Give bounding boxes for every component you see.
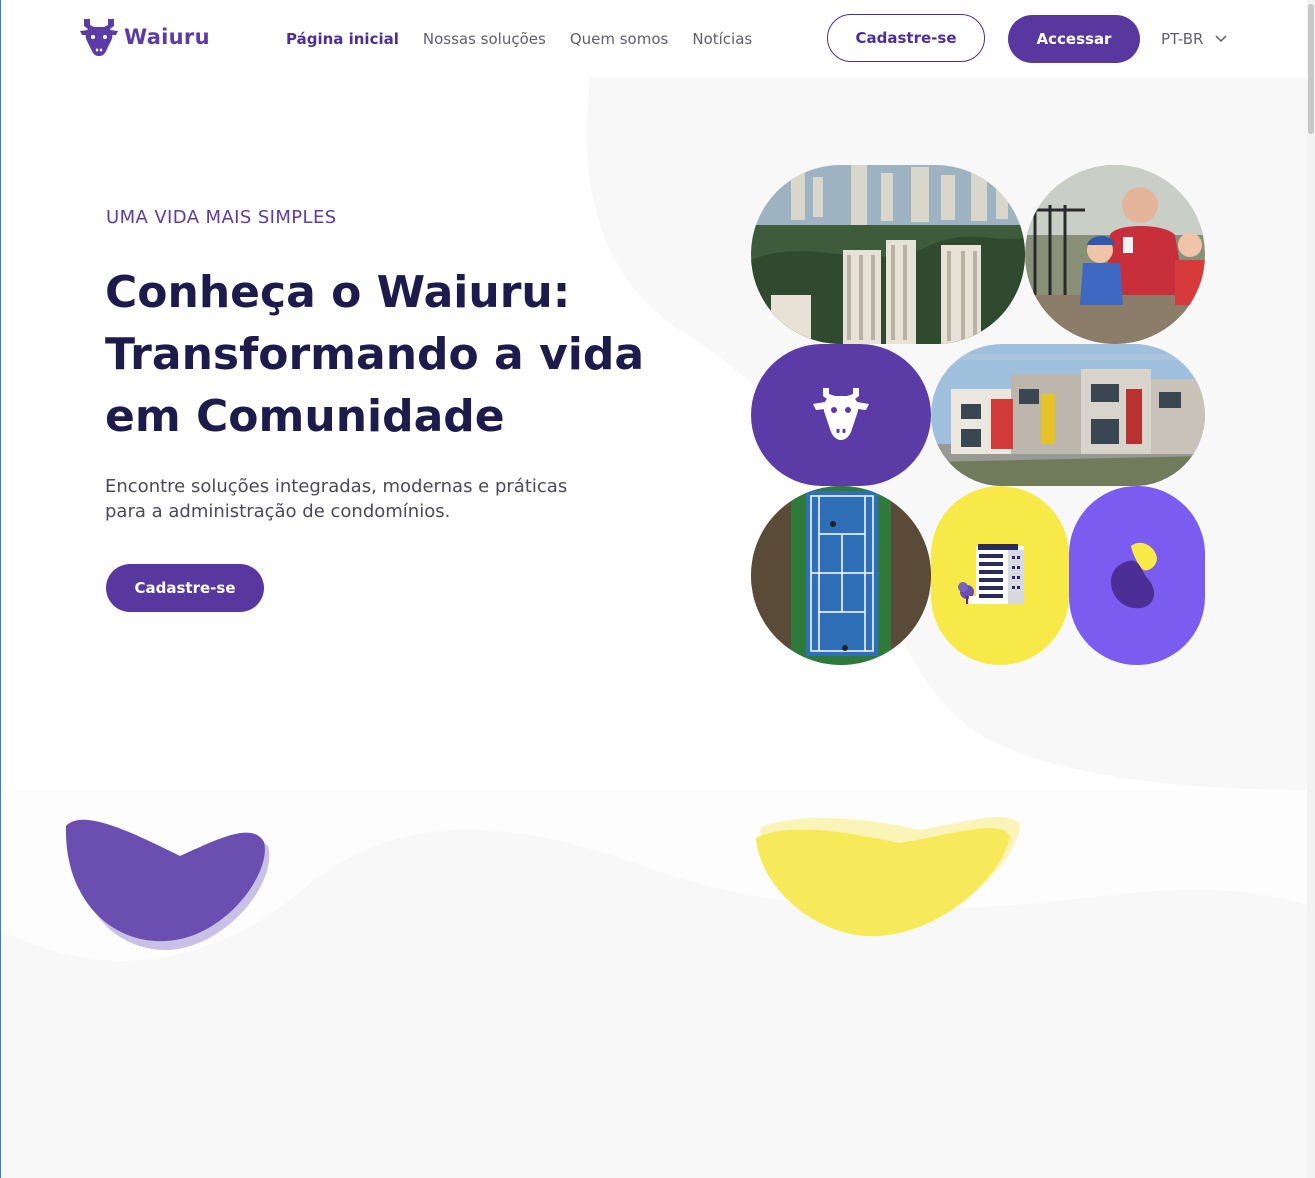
giraffe-brand-tile xyxy=(751,344,931,486)
logo-text: Waiuru xyxy=(124,25,210,49)
hero-title-line: Conheça o Waiuru: xyxy=(105,267,571,318)
hero-title-line: em Comunidade xyxy=(105,391,505,442)
building-illustration-tile xyxy=(931,486,1069,665)
giraffe-icon xyxy=(813,388,869,440)
login-button[interactable]: Accessar xyxy=(1008,15,1140,63)
site-header: Waiuru Página inicial Nossas soluções Qu… xyxy=(0,0,1307,78)
scrollbar[interactable] xyxy=(1307,0,1315,1178)
language-selector[interactable]: PT-BR xyxy=(1161,30,1227,48)
hero-subtitle: Encontre soluções integradas, modernas e… xyxy=(105,474,605,524)
language-label: PT-BR xyxy=(1161,30,1204,48)
chevron-down-icon xyxy=(1215,35,1227,43)
building-icon xyxy=(958,544,1024,604)
hero-signup-button[interactable]: Cadastre-se xyxy=(106,564,264,612)
townhouses-image xyxy=(931,344,1205,486)
signup-button[interactable]: Cadastre-se xyxy=(827,14,985,62)
main-nav: Página inicial Nossas soluções Quem somo… xyxy=(286,30,752,48)
page-edge xyxy=(0,0,1,1178)
nav-item-news[interactable]: Notícias xyxy=(692,30,752,48)
hero-title-line: Transformando a vida xyxy=(105,329,645,380)
city-skyline-image xyxy=(751,165,1025,344)
hero-subtitle-line: Encontre soluções integradas, modernas e… xyxy=(105,476,568,497)
nav-item-about[interactable]: Quem somos xyxy=(570,30,669,48)
hero-subtitle-line: para a administração de condomínios. xyxy=(105,501,451,522)
hero-eyebrow: UMA VIDA MAIS SIMPLES xyxy=(106,207,337,228)
abstract-shape-tile xyxy=(1069,486,1205,665)
nav-item-solutions[interactable]: Nossas soluções xyxy=(423,30,546,48)
family-photo-image xyxy=(1025,165,1205,344)
scrollbar-thumb[interactable] xyxy=(1308,4,1314,134)
logo[interactable]: Waiuru xyxy=(80,17,210,57)
hero-title: Conheça o Waiuru: Transformando a vida e… xyxy=(105,262,665,448)
giraffe-logo-icon xyxy=(80,19,118,56)
tennis-court-image xyxy=(751,486,931,665)
nav-item-home[interactable]: Página inicial xyxy=(286,30,399,48)
